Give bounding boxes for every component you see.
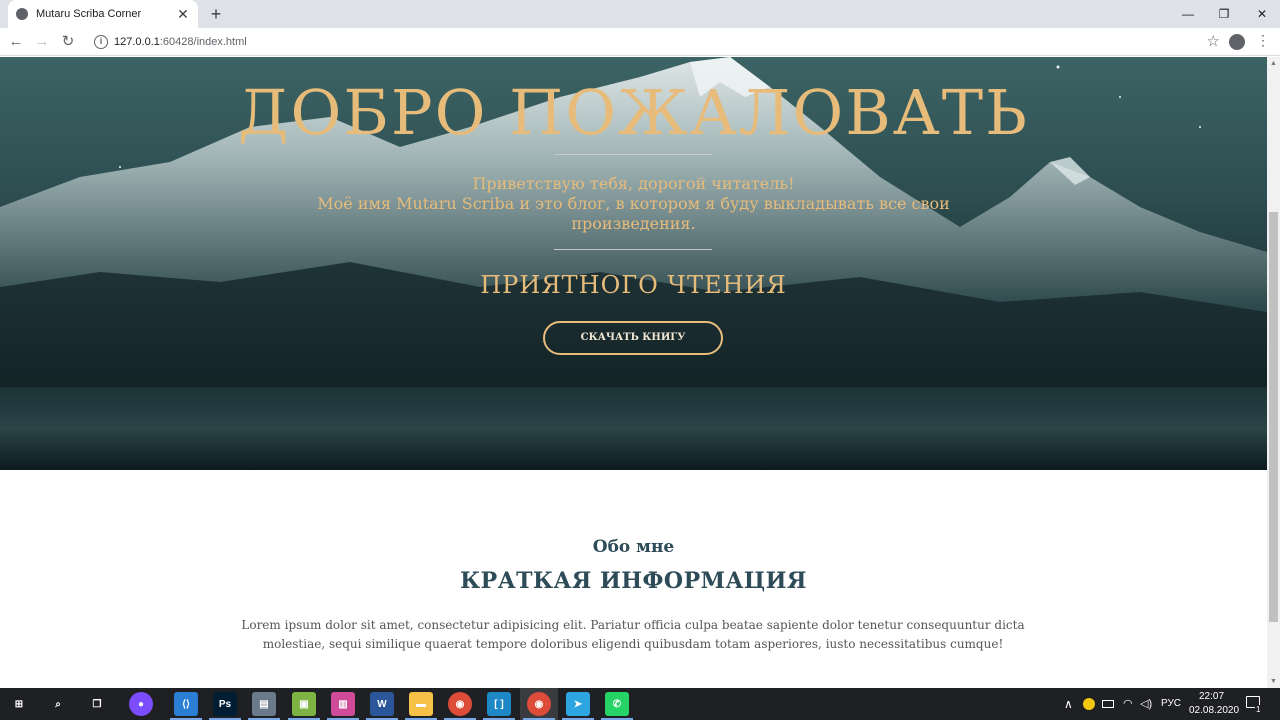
back-button[interactable]: ← [6, 32, 26, 52]
reload-button[interactable]: ↻ [58, 32, 78, 52]
taskbar-paint-icon[interactable]: ▥ [331, 692, 355, 716]
taskbar-explorer-drive-icon[interactable]: ▤ [252, 692, 276, 716]
minimize-button[interactable]: — [1170, 0, 1206, 28]
url-path: :60428/index.html [159, 36, 247, 48]
battery-icon[interactable] [1102, 700, 1114, 708]
tab-close-icon[interactable]: ✕ [176, 7, 190, 21]
hero-enjoy-heading: ПРИЯТНОГО ЧТЕНИЯ [480, 271, 787, 299]
taskbar-file-explorer-icon[interactable]: ▬ [409, 692, 433, 716]
taskbar-start-icon[interactable]: ⊞ [7, 692, 31, 716]
about-section: Обо мне КРАТКАЯ ИНФОРМАЦИЯ Lorem ipsum d… [0, 470, 1267, 688]
about-subtitle: Обо мне [592, 537, 675, 557]
scroll-up-arrow-icon[interactable]: ▲ [1267, 57, 1280, 70]
info-icon[interactable]: i [94, 35, 108, 49]
globe-icon [16, 8, 28, 20]
hero-divider-top [554, 154, 712, 155]
bookmark-star-icon[interactable]: ☆ [1207, 32, 1220, 50]
taskbar-brackets-icon[interactable]: [ ] [487, 692, 511, 716]
windows-taskbar: ⊞ ⌕ ❐ ● ⟨⟩ Ps ▤ ▣ ▥ W ▬ ◉ [ ] ◉ ➤ ✆ ∧ ◠ ◁) РУС 22:07 02… [0, 688, 1280, 720]
wifi-icon[interactable]: ◠ [1123, 697, 1133, 710]
scroll-thumb[interactable] [1269, 212, 1278, 622]
language-indicator[interactable]: РУС [1161, 698, 1181, 709]
url-text: 127.0.0.1:60428/index.html [114, 36, 247, 48]
download-book-button[interactable]: СКАЧАТЬ КНИГУ [543, 321, 723, 355]
address-bar[interactable]: i 127.0.0.1:60428/index.html ☆ [86, 31, 1222, 53]
hero-intro: Моё имя Mutaru Scriba и это блог, в кото… [317, 194, 950, 233]
tray-app-icon[interactable] [1083, 698, 1095, 710]
browser-tab[interactable]: Mutaru Scriba Corner ✕ [8, 0, 198, 28]
url-host: 127.0.0.1 [114, 36, 160, 48]
hero-greeting: Приветствую тебя, дорогой читатель! [472, 174, 795, 193]
about-title: КРАТКАЯ ИНФОРМАЦИЯ [460, 568, 807, 594]
browser-menu-icon[interactable]: ⋮ [1256, 32, 1270, 49]
notification-count: 1 [1255, 705, 1262, 714]
taskbar-alice-icon[interactable]: ● [129, 692, 153, 716]
close-window-button[interactable]: ✕ [1244, 0, 1280, 28]
tab-title: Mutaru Scriba Corner [36, 8, 142, 20]
hero-section: ДОБРО ПОЖАЛОВАТЬ Приветствую тебя, дорог… [0, 57, 1267, 470]
taskbar-telegram-icon[interactable]: ➤ [566, 692, 590, 716]
taskbar-photoshop-icon[interactable]: Ps [213, 692, 237, 716]
maximize-button[interactable]: ❐ [1206, 0, 1242, 28]
profile-avatar-icon[interactable] [1229, 34, 1245, 50]
taskbar-search-icon[interactable]: ⌕ [46, 692, 70, 716]
tray-chevron-icon[interactable]: ∧ [1064, 697, 1073, 711]
browser-toolbar: ← → ↻ i 127.0.0.1:60428/index.html ☆ ⋮ [0, 28, 1280, 56]
taskbar-android-studio-icon[interactable]: ▣ [292, 692, 316, 716]
hero-title: ДОБРО ПОЖАЛОВАТЬ [238, 76, 1029, 149]
page-scrollbar[interactable]: ▲ ▼ [1267, 57, 1280, 688]
new-tab-button[interactable]: + [206, 4, 226, 24]
about-text: Lorem ipsum dolor sit amet, consectetur … [241, 618, 1025, 651]
taskbar-chrome-active-icon[interactable]: ◉ [527, 692, 551, 716]
volume-icon[interactable]: ◁) [1140, 697, 1152, 710]
hero-divider-bottom [554, 249, 712, 250]
forward-button[interactable]: → [32, 32, 52, 52]
taskbar-word-icon[interactable]: W [370, 692, 394, 716]
taskbar-vscode-icon[interactable]: ⟨⟩ [174, 692, 198, 716]
clock-date[interactable]: 02.08.2020 [1189, 705, 1239, 716]
taskbar-whatsapp-icon[interactable]: ✆ [605, 692, 629, 716]
taskbar-task-view-icon[interactable]: ❐ [85, 692, 109, 716]
scroll-down-arrow-icon[interactable]: ▼ [1267, 675, 1280, 688]
page-viewport: ДОБРО ПОЖАЛОВАТЬ Приветствую тебя, дорог… [0, 57, 1267, 688]
browser-tab-bar: Mutaru Scriba Corner ✕ + — ❐ ✕ [0, 0, 1280, 28]
clock-time[interactable]: 22:07 [1199, 691, 1224, 702]
hero-content: ДОБРО ПОЖАЛОВАТЬ Приветствую тебя, дорог… [0, 57, 1267, 470]
taskbar-chrome-icon[interactable]: ◉ [448, 692, 472, 716]
